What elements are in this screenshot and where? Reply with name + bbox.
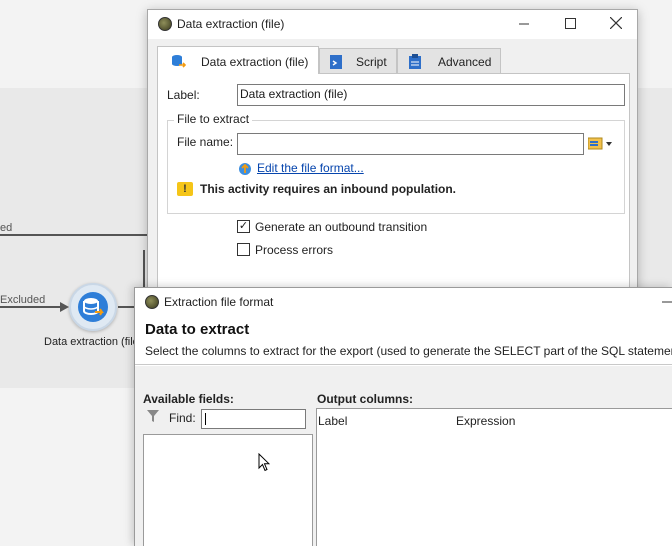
output-columns-title: Output columns:: [317, 392, 413, 406]
database-icon: [172, 55, 186, 68]
close-icon: [609, 16, 623, 30]
file-name-input[interactable]: [237, 133, 584, 155]
script-icon: [330, 55, 342, 69]
transition-label-excluded: Excluded: [0, 294, 46, 306]
filter-icon: [147, 410, 159, 422]
available-fields-title: Available fields:: [143, 392, 234, 406]
dialog-titlebar[interactable]: Extraction file format: [135, 288, 672, 317]
tab-panel: Label: Data extraction (file) File to ex…: [157, 73, 630, 313]
file-selector-icon: [587, 137, 612, 150]
minimize-icon: [519, 23, 529, 25]
section-description: Select the columns to extract for the ex…: [145, 344, 672, 358]
process-errors-checkbox[interactable]: [237, 243, 250, 256]
upload-cloud-icon: [239, 163, 251, 175]
dialog-title: Data extraction (file): [177, 17, 285, 31]
arrowhead-icon: [60, 302, 69, 312]
tab-label: Data extraction (file): [201, 55, 309, 69]
dialog-header: Data to extract Select the columns to ex…: [135, 317, 672, 365]
minimize-button[interactable]: [514, 15, 534, 33]
maximize-icon: [564, 18, 576, 29]
available-fields-list[interactable]: [143, 434, 313, 546]
find-input[interactable]: [201, 409, 306, 429]
node-core: [78, 292, 108, 322]
mouse-pointer-icon: [258, 453, 270, 472]
generate-outbound-checkbox[interactable]: ✓: [237, 220, 250, 233]
tab-label: Script: [356, 55, 387, 69]
dialog-body: Available fields: Find: Output columns: …: [135, 366, 672, 546]
transition-label-top: ed: [0, 222, 13, 234]
minimize-icon: [662, 301, 672, 303]
database-export-icon: [83, 298, 104, 316]
inbound-warning: This activity requires an inbound popula…: [200, 182, 457, 196]
file-browse-dropdown[interactable]: [587, 136, 616, 152]
tab-advanced[interactable]: Advanced: [397, 48, 501, 74]
tab-label: Advanced: [438, 55, 492, 69]
find-caption: Find:: [169, 411, 196, 425]
file-to-extract-title: File to extract: [174, 112, 253, 126]
app-icon: [158, 17, 172, 31]
tab-script[interactable]: Script: [319, 48, 397, 74]
close-button[interactable]: [606, 15, 626, 33]
node-label: Data extraction (file: [44, 336, 139, 348]
data-extraction-node[interactable]: [69, 283, 117, 331]
workflow-transition-top[interactable]: [0, 234, 150, 236]
tab-data-extraction[interactable]: Data extraction (file): [157, 46, 319, 74]
extraction-file-format-dialog: Extraction file format Data to extract S…: [134, 287, 672, 546]
clipboard-icon: [409, 54, 421, 69]
dialog-title: Extraction file format: [164, 295, 274, 309]
dialog-titlebar[interactable]: Data extraction (file): [148, 10, 637, 39]
process-errors-label: Process errors: [255, 243, 334, 257]
column-header-label[interactable]: Label: [318, 414, 347, 428]
warning-icon: !: [177, 182, 193, 196]
output-columns-list[interactable]: Label Expression: [316, 408, 672, 546]
column-header-expression[interactable]: Expression: [456, 414, 515, 428]
maximize-button[interactable]: [560, 15, 580, 33]
minimize-button[interactable]: [657, 293, 672, 311]
edit-file-format-link[interactable]: Edit the file format...: [257, 161, 364, 175]
file-name-caption: File name:: [177, 135, 234, 149]
text-cursor: [205, 413, 206, 425]
generate-outbound-label: Generate an outbound transition: [255, 220, 428, 234]
label-caption: Label:: [167, 88, 200, 102]
app-icon: [145, 295, 159, 309]
data-extraction-dialog: Data extraction (file) Data extraction (…: [147, 9, 638, 313]
label-input[interactable]: Data extraction (file): [237, 84, 625, 106]
section-heading: Data to extract: [145, 321, 250, 338]
workflow-transition-vertical: [143, 250, 145, 290]
workflow-transition-excluded[interactable]: [0, 306, 62, 308]
